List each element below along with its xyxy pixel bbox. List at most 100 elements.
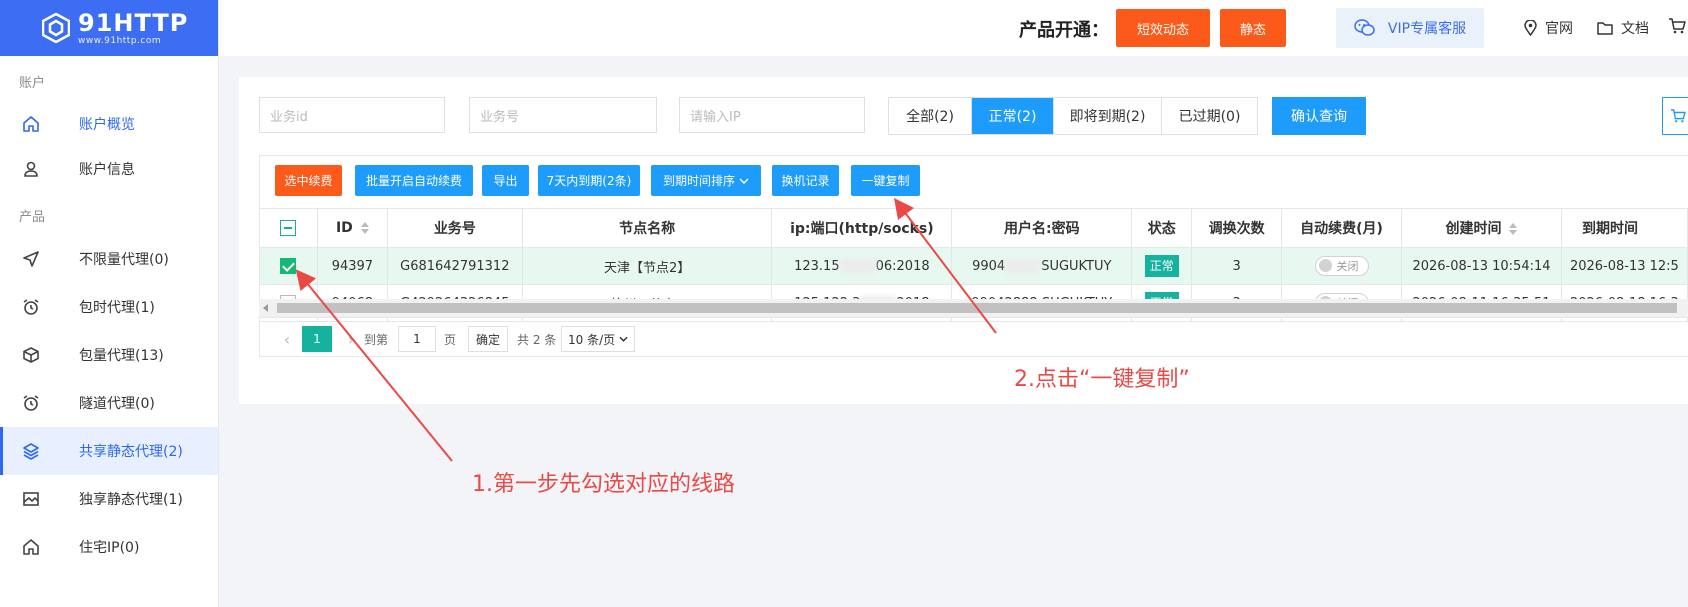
horizontal-scrollbar[interactable] <box>259 299 1688 317</box>
location-pin-icon <box>1524 20 1537 36</box>
cart-icon <box>1669 18 1686 34</box>
docs-label: 文档 <box>1621 21 1649 37</box>
sidebar-item-volume-proxy[interactable]: 包量代理(13) <box>0 331 218 379</box>
business-id-input[interactable]: 业务id <box>259 97 445 133</box>
sidebar-item-label: 账户信息 <box>79 162 135 178</box>
sidebar-item-account-info[interactable]: 账户信息 <box>0 147 218 191</box>
col-auto-renew: 自动续费(月) <box>1281 208 1402 248</box>
page-1-button[interactable]: 1 <box>302 326 332 352</box>
sort-expire-label: 到期时间排序 <box>662 174 735 188</box>
toolbar <box>259 155 1688 208</box>
cart-link[interactable] <box>1668 18 1688 34</box>
vip-service-button[interactable]: VIP专属客服 <box>1336 8 1484 48</box>
sidebar: 91HTTP www.91http.com 账户 账户概览 账户信息 产品 不限… <box>0 0 219 607</box>
select-all-checkbox[interactable] <box>280 220 297 236</box>
logo-title: 91HTTP <box>78 8 189 37</box>
ip-input[interactable]: 请输入IP <box>679 97 865 133</box>
folder-icon <box>1597 22 1613 35</box>
tab-expired[interactable]: 已过期(0) <box>1162 98 1257 134</box>
col-user-password: 用户名:密码 <box>951 208 1133 248</box>
wechat-icon <box>1354 19 1375 36</box>
cell-status: 正常 <box>1131 247 1193 285</box>
col-swaps: 调换次数 <box>1191 208 1283 248</box>
switch-log-button[interactable]: 换机记录 <box>772 165 839 196</box>
logo-subtitle: www.91http.com <box>78 35 162 46</box>
sidebar-item-exclusive-static-proxy[interactable]: 独享静态代理(1) <box>0 475 218 523</box>
auto-renew-toggle[interactable]: 关闭 <box>1314 255 1369 276</box>
sidebar-item-label: 账户概览 <box>79 117 135 133</box>
vip-service-label: VIP专属客服 <box>1387 21 1467 37</box>
sidebar-item-unlimited-proxy[interactable]: 不限量代理(0) <box>0 235 218 283</box>
col-node-name: 节点名称 <box>521 208 773 248</box>
sidebar-item-label: 包时代理(1) <box>79 300 155 316</box>
col-id[interactable]: ID <box>316 208 388 248</box>
cell-swaps: 3 <box>1191 247 1283 285</box>
logo-hexagon-icon <box>42 13 70 43</box>
col-ip-port: ip:端口(http/socks) <box>771 208 953 248</box>
chevron-down-icon <box>739 177 749 184</box>
row-checkbox[interactable] <box>280 258 297 274</box>
image-icon <box>22 490 40 508</box>
col-created[interactable]: 创建时间 <box>1401 208 1562 248</box>
alarm-icon <box>22 394 40 412</box>
annotation-step1: 1.第一步先勾选对应的线路 <box>472 472 735 497</box>
sidebar-item-shared-static-proxy[interactable]: 共享静态代理(2) <box>0 427 218 475</box>
sort-icon[interactable] <box>360 222 369 234</box>
pagination: ‹ 1 › 到第 1 页 确定 共 2 条 10 条/页 <box>259 317 1688 357</box>
sidebar-item-label: 包量代理(13) <box>79 348 164 364</box>
cell-id: 94397 <box>316 247 388 285</box>
page-jump-input[interactable]: 1 <box>398 326 436 352</box>
chevron-down-icon <box>619 336 628 342</box>
home-icon <box>22 538 40 556</box>
sidebar-item-label: 不限量代理(0) <box>79 252 169 268</box>
sidebar-item-timed-proxy[interactable]: 包时代理(1) <box>0 283 218 331</box>
sidebar-item-account-overview[interactable]: 账户概览 <box>0 101 218 147</box>
box-icon <box>22 346 40 364</box>
export-button[interactable]: 导出 <box>482 165 529 196</box>
sort-expire-dropdown[interactable]: 到期时间排序 <box>651 165 761 196</box>
docs-link[interactable]: 文档 <box>1597 18 1649 38</box>
user-icon <box>22 160 40 178</box>
logo[interactable]: 91HTTP www.91http.com <box>0 0 218 56</box>
official-site-label: 官网 <box>1545 21 1573 37</box>
sidebar-item-label: 共享静态代理(2) <box>79 444 183 460</box>
tab-all[interactable]: 全部(2) <box>889 98 972 134</box>
table-header-row: ID 业务号 节点名称 ip:端口(http/socks) 用户名:密码 状态 … <box>259 208 1688 248</box>
col-business-no: 业务号 <box>386 208 523 248</box>
next-page-icon[interactable]: › <box>344 326 358 352</box>
one-click-copy-button[interactable]: 一键复制 <box>851 165 920 196</box>
page-confirm-button[interactable]: 确定 <box>468 326 508 352</box>
short-dynamic-button[interactable]: 短效动态 <box>1116 9 1210 47</box>
batch-auto-renew-button[interactable]: 批量开启自动续费 <box>355 165 473 196</box>
scroll-thumb[interactable] <box>277 303 1677 313</box>
sort-icon[interactable] <box>1509 223 1518 235</box>
goto-label: 到第 <box>364 332 389 347</box>
business-no-input[interactable]: 业务号 <box>469 97 657 133</box>
cell-auto-renew: 关闭 <box>1281 247 1402 285</box>
col-expire[interactable]: 到期时间 <box>1560 208 1688 248</box>
tab-normal[interactable]: 正常(2) <box>972 98 1054 134</box>
static-button[interactable]: 静态 <box>1220 9 1286 47</box>
confirm-query-button[interactable]: 确认查询 <box>1272 97 1366 135</box>
sidebar-item-label: 隧道代理(0) <box>79 396 155 412</box>
cart-small-button[interactable] <box>1662 97 1688 135</box>
expire-7days-button[interactable]: 7天内到期(2条) <box>538 165 640 196</box>
sidebar-item-label: 独享静态代理(1) <box>79 492 183 508</box>
select-all-cell[interactable] <box>259 208 318 248</box>
total-count: 共 2 条 <box>517 332 557 347</box>
page-size-select[interactable]: 10 条/页 <box>561 326 635 352</box>
tab-expiring[interactable]: 即将到期(2) <box>1054 98 1162 134</box>
prev-page-icon[interactable]: ‹ <box>280 326 294 352</box>
cell-business-no: G681642791312 <box>386 247 523 285</box>
status-badge: 正常 <box>1144 255 1179 277</box>
official-site-link[interactable]: 官网 <box>1524 18 1573 38</box>
scroll-left-arrow-icon[interactable] <box>263 304 268 312</box>
product-open-label: 产品开通： <box>1019 20 1109 41</box>
cart-icon <box>1670 109 1686 123</box>
sidebar-item-residential-ip[interactable]: 住宅IP(0) <box>0 523 218 571</box>
sidebar-item-tunnel-proxy[interactable]: 隧道代理(0) <box>0 379 218 427</box>
renew-selected-button[interactable]: 选中续费 <box>275 165 342 196</box>
table-row[interactable]: 94397 G681642791312 天津【节点2】 123.15 06:201… <box>259 247 1688 285</box>
alarm-icon <box>22 298 40 316</box>
sidebar-item-label: 住宅IP(0) <box>79 540 140 556</box>
